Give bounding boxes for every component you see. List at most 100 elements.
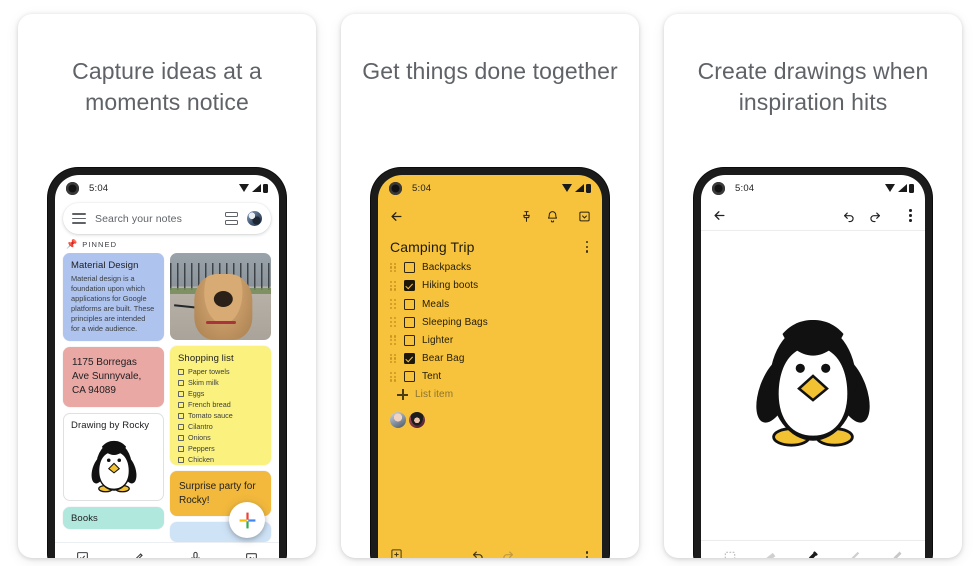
back-icon[interactable]	[389, 209, 415, 224]
checkbox-icon[interactable]	[404, 298, 415, 310]
note-card-dog-photo[interactable]	[170, 253, 271, 341]
undo-icon[interactable]	[836, 209, 862, 223]
list-item[interactable]: Peppers	[178, 444, 263, 453]
list-item[interactable]: French bread	[178, 400, 263, 409]
add-list-item-row[interactable]: List item	[378, 386, 602, 404]
note-body: 1175 Borregas Ave Sunnyvale, CA 94089	[72, 357, 142, 396]
plus-icon[interactable]	[397, 389, 408, 401]
drag-handle-icon[interactable]	[390, 335, 397, 346]
collaborator-avatar-1[interactable]	[390, 412, 406, 429]
screenshot-root: Capture ideas at a moments notice 5:04 S…	[0, 0, 980, 566]
account-avatar[interactable]	[247, 211, 262, 226]
notes-column-right: Shopping list Paper towels Skim milk Egg…	[170, 253, 271, 542]
hamburger-menu-icon[interactable]	[72, 213, 86, 224]
note-card-material-design[interactable]: Material Design Material design is a fou…	[63, 253, 164, 341]
create-note-fab[interactable]	[229, 502, 265, 538]
checkbox-icon[interactable]	[178, 390, 184, 397]
more-options-icon[interactable]	[584, 237, 590, 257]
search-bar[interactable]: Search your notes	[63, 203, 271, 234]
checklist-item[interactable]: Backpacks	[378, 259, 602, 277]
drag-handle-icon[interactable]	[390, 317, 397, 327]
eraser-tool-icon[interactable]	[757, 541, 785, 558]
shopping-list-items: Paper towels Skim milk Eggs French bread…	[178, 367, 263, 464]
checkbox-icon[interactable]	[404, 371, 415, 383]
new-checklist-icon[interactable]	[69, 551, 95, 558]
checklist-item-label: Lighter	[422, 334, 454, 346]
more-options-icon[interactable]	[888, 205, 914, 226]
drag-handle-icon[interactable]	[390, 262, 397, 273]
checkbox-icon[interactable]	[404, 334, 415, 346]
list-item[interactable]: Eggs	[178, 389, 263, 398]
checkbox-icon-checked[interactable]	[404, 353, 415, 365]
note-title[interactable]: Camping Trip	[390, 239, 474, 255]
checkbox-icon-checked[interactable]	[404, 280, 415, 292]
phone-mockup-drawing-canvas: 5:04	[694, 168, 932, 558]
pin-icon: 📌	[66, 239, 78, 249]
redo-icon[interactable]	[862, 209, 888, 223]
checklist-item[interactable]: Sleeping Bags	[378, 313, 602, 331]
add-list-item-label: List item	[415, 389, 454, 401]
list-item[interactable]: Chicken	[178, 455, 263, 464]
cellular-signal-icon	[897, 184, 907, 192]
checkbox-icon[interactable]	[404, 262, 415, 274]
redo-icon[interactable]	[501, 548, 515, 558]
list-item[interactable]: Tomato sauce	[178, 411, 263, 420]
checkbox-icon[interactable]	[178, 445, 184, 452]
list-item[interactable]: Onions	[178, 433, 263, 442]
checkbox-icon[interactable]	[178, 423, 184, 430]
pinned-label: PINNED	[82, 240, 118, 249]
cellular-signal-icon	[251, 184, 261, 192]
checkbox-icon[interactable]	[404, 316, 415, 328]
search-input[interactable]: Search your notes	[95, 213, 216, 225]
status-indicators	[562, 183, 591, 193]
drag-handle-icon[interactable]	[390, 353, 397, 364]
checklist-item[interactable]: Tent	[378, 368, 602, 386]
pin-icon[interactable]	[513, 210, 539, 223]
list-item[interactable]: Skim milk	[178, 378, 263, 387]
new-voice-note-icon[interactable]	[182, 551, 208, 558]
feature-card-capture-ideas: Capture ideas at a moments notice 5:04 S…	[18, 14, 316, 558]
note-card-books[interactable]: Books	[63, 507, 164, 529]
feature-card-get-things-done: Get things done together 5:04 Camping Tr…	[341, 14, 639, 558]
pen-tool-icon[interactable]	[841, 541, 869, 558]
battery-icon	[909, 183, 914, 193]
drag-handle-icon[interactable]	[390, 299, 397, 309]
new-drawing-icon[interactable]	[126, 551, 152, 558]
checkbox-icon[interactable]	[178, 412, 184, 419]
checklist-item[interactable]: Bear Bag	[378, 349, 602, 367]
checkbox-icon[interactable]	[178, 379, 184, 386]
reminder-bell-icon[interactable]	[539, 210, 565, 223]
note-title-row: Camping Trip	[378, 231, 602, 259]
add-attachment-icon[interactable]	[390, 548, 403, 558]
highlighter-tool-icon[interactable]	[882, 541, 910, 558]
note-card-shopping-list[interactable]: Shopping list Paper towels Skim milk Egg…	[170, 346, 271, 466]
checkbox-icon[interactable]	[178, 368, 184, 375]
checklist-item[interactable]: Lighter	[378, 331, 602, 349]
checkbox-icon[interactable]	[178, 434, 184, 441]
checklist-item[interactable]: Hiking boots	[378, 277, 602, 295]
more-options-icon[interactable]	[584, 547, 590, 558]
undo-icon[interactable]	[471, 548, 485, 558]
checkbox-icon[interactable]	[178, 401, 184, 408]
collaborator-avatar-2[interactable]	[409, 412, 425, 429]
selection-tool-icon[interactable]	[716, 541, 744, 558]
status-clock: 5:04	[89, 182, 109, 194]
note-card-address[interactable]: 1175 Borregas Ave Sunnyvale, CA 94089	[63, 347, 164, 407]
list-item-label: Skim milk	[188, 378, 219, 388]
list-item[interactable]: Cilantro	[178, 422, 263, 431]
drawing-canvas[interactable]	[701, 231, 925, 540]
wifi-icon	[885, 184, 895, 192]
list-view-toggle-icon[interactable]	[225, 212, 238, 225]
new-image-note-icon[interactable]	[239, 551, 265, 558]
checklist-item[interactable]: Meals	[378, 295, 602, 313]
notes-column-left: Material Design Material design is a fou…	[63, 253, 164, 542]
note-card-drawing-by-rocky[interactable]: Drawing by Rocky	[63, 413, 164, 501]
marker-tool-icon[interactable]	[799, 541, 827, 558]
checkbox-icon[interactable]	[178, 456, 184, 463]
drag-handle-icon[interactable]	[390, 280, 397, 291]
back-icon[interactable]	[712, 208, 738, 223]
note-body: Material design is a foundation upon whi…	[71, 274, 155, 333]
drag-handle-icon[interactable]	[390, 371, 397, 382]
list-item[interactable]: Paper towels	[178, 367, 263, 376]
archive-icon[interactable]	[565, 210, 591, 223]
